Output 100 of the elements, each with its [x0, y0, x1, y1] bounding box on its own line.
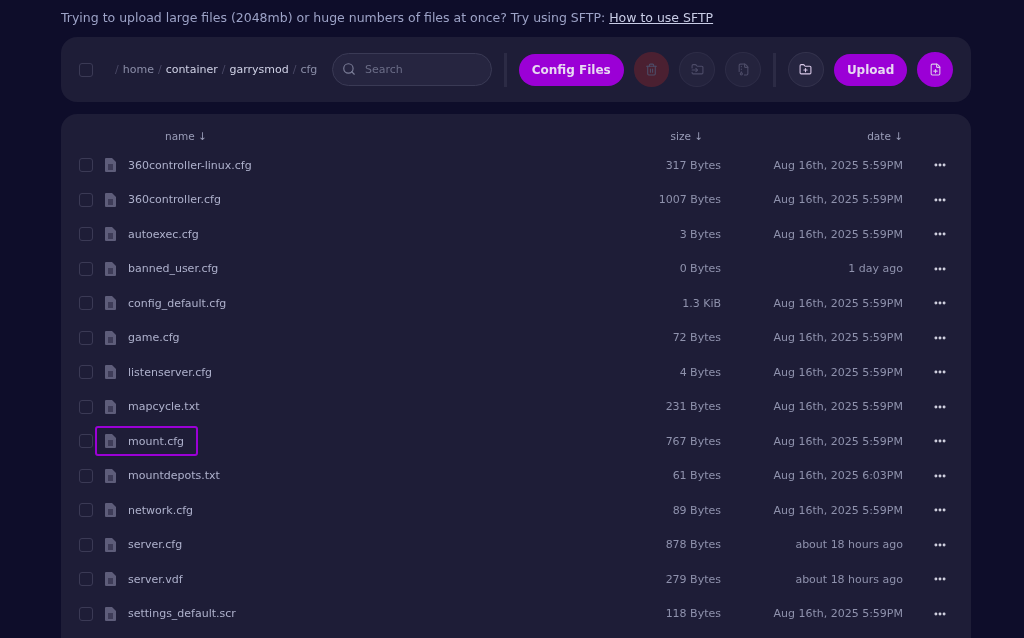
- file-name-cell[interactable]: mapcycle.txt: [95, 391, 214, 422]
- breadcrumb-separator: /: [221, 63, 226, 76]
- folder-plus-button[interactable]: [788, 52, 824, 87]
- file-name: mount.cfg: [128, 434, 185, 448]
- row-checkbox[interactable]: [79, 503, 93, 518]
- row-checkbox[interactable]: [79, 434, 93, 449]
- file-plus-button[interactable]: [917, 52, 953, 87]
- file-icon: [105, 227, 116, 242]
- file-size: 317 Bytes: [664, 158, 721, 172]
- row-checkbox[interactable]: [79, 537, 93, 552]
- file-date: Aug 16th, 2025 5:59PM: [772, 400, 903, 414]
- breadcrumb-item[interactable]: garrysmod: [229, 63, 289, 76]
- file-name: banned_user.cfg: [128, 262, 219, 276]
- toolbar-button[interactable]: Config Files: [518, 53, 624, 86]
- row-checkbox[interactable]: [79, 330, 93, 345]
- toolbar-button[interactable]: Upload: [833, 53, 908, 86]
- sftp-link[interactable]: How to use SFTP: [609, 10, 714, 25]
- column-header[interactable]: size ↓: [611, 130, 721, 142]
- file-icon: [105, 158, 116, 173]
- file-size: 878 Bytes: [664, 538, 721, 552]
- file-name: 360controller-linux.cfg: [128, 158, 252, 172]
- file-name-cell[interactable]: 360controller.cfg: [95, 184, 235, 215]
- folder-arrow-icon: [690, 63, 704, 76]
- column-header[interactable]: date ↓: [721, 130, 903, 142]
- file-date: Aug 16th, 2025 5:59PM: [772, 296, 903, 310]
- file-size: 1007 Bytes: [657, 193, 721, 207]
- file-name: autoexec.cfg: [128, 227, 199, 241]
- file-name-cell[interactable]: banned_user.cfg: [95, 253, 233, 284]
- file-size: 3 Bytes: [678, 227, 721, 241]
- file-size: 72 Bytes: [671, 331, 721, 345]
- row-checkbox[interactable]: [79, 572, 93, 587]
- file-name-cell[interactable]: network.cfg: [95, 495, 208, 526]
- file-size: 4 Bytes: [678, 365, 721, 379]
- column-header[interactable]: name ↓: [105, 130, 611, 142]
- row-checkbox[interactable]: [79, 227, 93, 242]
- file-name-cell[interactable]: game.cfg: [95, 322, 194, 353]
- file-size: 89 Bytes: [671, 503, 721, 517]
- file-name: listenserver.cfg: [128, 365, 213, 379]
- file-name: network.cfg: [128, 503, 194, 517]
- file-name: mountdepots.txt: [128, 469, 220, 483]
- file-date: Aug 16th, 2025 5:59PM: [772, 193, 903, 207]
- file-icon: [105, 468, 116, 483]
- file-icon: [105, 365, 116, 380]
- file-name-cell[interactable]: mountdepots.txt: [95, 460, 234, 491]
- file-icon: [105, 572, 116, 587]
- row-checkbox[interactable]: [79, 365, 93, 380]
- row-checkbox[interactable]: [79, 192, 93, 207]
- file-size: 279 Bytes: [664, 572, 721, 586]
- file-icon: [105, 296, 116, 311]
- file-name: mapcycle.txt: [128, 400, 200, 414]
- file-date: Aug 16th, 2025 5:59PM: [772, 227, 903, 241]
- file-size: 1.3 KiB: [681, 296, 721, 310]
- file-date: about 18 hours ago: [794, 572, 903, 586]
- file-name-cell[interactable]: settings_default.scr: [95, 598, 250, 629]
- breadcrumb-item[interactable]: container: [165, 63, 218, 76]
- file-name-cell[interactable]: 360controller-linux.cfg: [95, 150, 266, 181]
- file-size: 61 Bytes: [671, 469, 721, 483]
- file-icon: [105, 537, 116, 552]
- file-name: game.cfg: [128, 331, 180, 345]
- file-name-cell[interactable]: server.cfg: [95, 529, 197, 560]
- breadcrumb-separator: /: [292, 63, 297, 76]
- highlight-frame[interactable]: mount.cfg: [95, 426, 199, 457]
- file-name-cell[interactable]: autoexec.cfg: [95, 219, 213, 250]
- search-icon: [341, 62, 356, 76]
- file-zip-icon: [736, 63, 750, 76]
- file-name: config_default.cfg: [128, 296, 227, 310]
- breadcrumb-separator: /: [115, 63, 119, 76]
- file-date: Aug 16th, 2025 5:59PM: [772, 331, 903, 345]
- file-icon: [105, 434, 116, 449]
- file-size: 118 Bytes: [664, 607, 721, 621]
- row-checkbox[interactable]: [79, 158, 93, 173]
- file-name-cell[interactable]: server.vdf: [95, 564, 197, 595]
- file-icon: [105, 261, 116, 276]
- file-icon: [105, 399, 116, 414]
- file-icon: [105, 503, 116, 518]
- file-date: 1 day ago: [847, 262, 903, 276]
- file-date: Aug 16th, 2025 5:59PM: [772, 503, 903, 517]
- row-checkbox[interactable]: [79, 296, 93, 311]
- file-plus-icon: [928, 63, 942, 76]
- breadcrumb-item[interactable]: home: [122, 63, 154, 76]
- row-checkbox[interactable]: [79, 399, 93, 414]
- upload-notice: Trying to upload large files (2048mb) or huge numbers of files at once? Try using SFTP: How to use SFTP: [61, 9, 715, 27]
- breadcrumb-separator: /: [157, 63, 162, 76]
- row-checkbox[interactable]: [79, 261, 93, 276]
- file-icon: [105, 192, 116, 207]
- breadcrumb-item[interactable]: cfg: [300, 63, 318, 76]
- row-checkbox[interactable]: [79, 468, 93, 483]
- file-date: Aug 16th, 2025 5:59PM: [772, 607, 903, 621]
- file-name: server.vdf: [128, 572, 183, 586]
- file-size: 0 Bytes: [678, 262, 721, 276]
- file-name-cell[interactable]: config_default.cfg: [95, 288, 241, 319]
- file-name-cell[interactable]: listenserver.cfg: [95, 357, 227, 388]
- file-icon: [105, 606, 116, 621]
- row-checkbox[interactable]: [79, 606, 93, 621]
- select-all-checkbox[interactable]: [79, 62, 93, 77]
- file-name: server.cfg: [128, 538, 183, 552]
- trash-icon: [645, 63, 659, 76]
- file-date: Aug 16th, 2025 5:59PM: [772, 434, 903, 448]
- search-field[interactable]: Search: [331, 53, 492, 86]
- file-size: 767 Bytes: [664, 434, 721, 448]
